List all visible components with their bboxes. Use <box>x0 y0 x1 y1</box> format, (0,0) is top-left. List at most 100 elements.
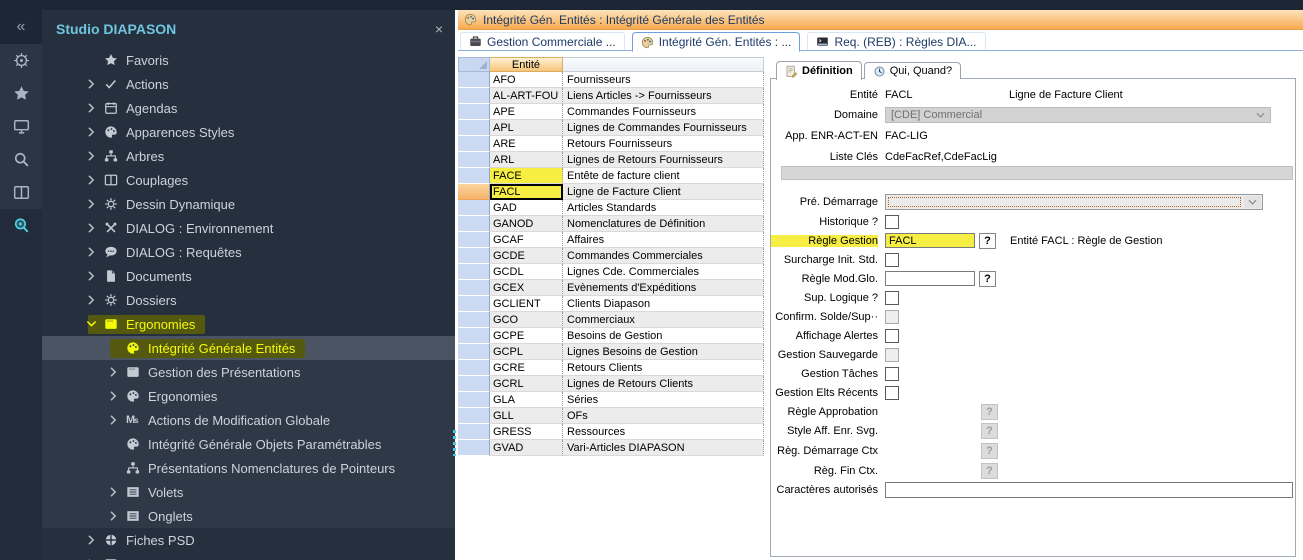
cell-description[interactable]: Lignes de Retours Fournisseurs <box>563 152 764 168</box>
row-gutter[interactable] <box>458 232 490 248</box>
sidebar-item-dialog-environnement[interactable]: DIALOG : Environnement <box>42 216 455 240</box>
cell-description[interactable]: Séries <box>563 392 764 408</box>
row-gutter[interactable] <box>458 296 490 312</box>
gestion-taches-checkbox[interactable] <box>885 367 899 381</box>
row-gutter[interactable] <box>458 152 490 168</box>
collapse-sidebar-button[interactable]: « <box>0 10 42 44</box>
cell-description[interactable]: Ligne de Facture Client <box>563 184 764 200</box>
table-row-ape[interactable]: APE Commandes Fournisseurs <box>458 104 764 120</box>
cell-code[interactable]: ARE <box>490 136 563 152</box>
sidebar-item[interactable] <box>42 552 455 560</box>
sidebar-item-ergonomies[interactable]: Ergonomies <box>42 384 455 408</box>
table-row-gcpe[interactable]: GCPE Besoins de Gestion <box>458 328 764 344</box>
sidebar-item-actions[interactable]: Actions <box>42 72 455 96</box>
surcharge-checkbox[interactable] <box>885 253 899 267</box>
row-gutter[interactable] <box>458 408 490 424</box>
iconbar-search[interactable] <box>0 143 42 176</box>
table-row-gcex[interactable]: GCEX Evènements d'Expéditions <box>458 280 764 296</box>
cell-description[interactable]: Fournisseurs <box>563 72 764 88</box>
table-row-gress[interactable]: GRESS Ressources <box>458 424 764 440</box>
cell-code[interactable]: GCRL <box>490 376 563 392</box>
splitter-handle[interactable] <box>453 430 456 456</box>
table-row-afo[interactable]: AFO Fournisseurs <box>458 72 764 88</box>
row-gutter[interactable] <box>458 136 490 152</box>
historique-checkbox[interactable] <box>885 215 899 229</box>
cell-description[interactable]: Liens Articles -> Fournisseurs <box>563 88 764 104</box>
sidebar-item-dessin-dynamique[interactable]: Dessin Dynamique <box>42 192 455 216</box>
cell-description[interactable]: Commandes Fournisseurs <box>563 104 764 120</box>
cell-code[interactable]: GCO <box>490 312 563 328</box>
column-header-entite[interactable]: Entité <box>490 57 563 72</box>
row-gutter[interactable] <box>458 392 490 408</box>
tab-req-reb-regles-dia[interactable]: Req. (REB) : Règles DIA... <box>807 32 985 50</box>
cell-description[interactable]: Lignes de Commandes Fournisseurs <box>563 120 764 136</box>
cell-code[interactable]: GCPL <box>490 344 563 360</box>
row-gutter[interactable] <box>458 168 490 184</box>
sidebar-item-dialog-requetes[interactable]: DIALOG : Requêtes <box>42 240 455 264</box>
cell-code[interactable]: GCRE <box>490 360 563 376</box>
cell-code[interactable]: APE <box>490 104 563 120</box>
column-header-description[interactable] <box>563 57 764 72</box>
regle-modglo-input[interactable] <box>885 271 975 286</box>
cell-description[interactable]: Retours Clients <box>563 360 764 376</box>
table-row-apl[interactable]: APL Lignes de Commandes Fournisseurs <box>458 120 764 136</box>
cell-description[interactable]: Articles Standards <box>563 200 764 216</box>
cell-code[interactable]: AFO <box>490 72 563 88</box>
table-row-gco[interactable]: GCO Commerciaux <box>458 312 764 328</box>
cell-description[interactable]: Besoins de Gestion <box>563 328 764 344</box>
table-row-gla[interactable]: GLA Séries <box>458 392 764 408</box>
sidebar-item-arbres[interactable]: Arbres <box>42 144 455 168</box>
tab-gestion-commerciale[interactable]: Gestion Commerciale ... <box>460 32 625 50</box>
tab-integrite-gen-entites[interactable]: Intégrité Gén. Entités : ... <box>632 32 801 52</box>
sidebar-item-integrite-generale-entites[interactable]: Intégrité Générale Entités <box>42 336 455 360</box>
table-row-facl[interactable]: FACL Ligne de Facture Client <box>458 184 764 200</box>
sidebar-item-favoris[interactable]: Favoris <box>42 48 455 72</box>
cell-code[interactable]: AL-ART-FOU <box>490 88 563 104</box>
sidebar-item-onglets[interactable]: Onglets <box>42 504 455 528</box>
table-row-gcpl[interactable]: GCPL Lignes Besoins de Gestion <box>458 344 764 360</box>
sidebar-item-apparences-styles[interactable]: Apparences Styles <box>42 120 455 144</box>
table-row-are[interactable]: ARE Retours Fournisseurs <box>458 136 764 152</box>
cell-description[interactable]: Lignes de Retours Clients <box>563 376 764 392</box>
sidebar-item-integrite-generale-objets-parametrables[interactable]: Intégrité Générale Objets Paramétrables <box>42 432 455 456</box>
iconbar-helm[interactable] <box>0 44 42 77</box>
sidebar-item-ergonomies[interactable]: Ergonomies <box>42 312 455 336</box>
pre-demarrage-select[interactable] <box>885 194 1263 210</box>
table-row-ganod[interactable]: GANOD Nomenclatures de Définition <box>458 216 764 232</box>
cell-code[interactable]: FACL <box>490 184 563 200</box>
table-row-arl[interactable]: ARL Lignes de Retours Fournisseurs <box>458 152 764 168</box>
sidebar-item-gestion-des-presentations[interactable]: Gestion des Présentations <box>42 360 455 384</box>
table-row-face[interactable]: FACE Entête de facture client <box>458 168 764 184</box>
row-gutter[interactable] <box>458 184 490 200</box>
cell-code[interactable]: FACE <box>490 168 563 184</box>
row-gutter[interactable] <box>458 344 490 360</box>
cell-code[interactable]: GAD <box>490 200 563 216</box>
regle-modglo-lookup-button[interactable]: ? <box>979 271 996 287</box>
regle-gestion-input[interactable]: FACL <box>885 233 975 248</box>
cell-description[interactable]: Clients Diapason <box>563 296 764 312</box>
cell-code[interactable]: GCLIENT <box>490 296 563 312</box>
sup-logique-checkbox[interactable] <box>885 291 899 305</box>
table-row-gvad[interactable]: GVAD Vari-Articles DIAPASON <box>458 440 764 456</box>
regle-gestion-lookup-button[interactable]: ? <box>979 233 996 249</box>
row-gutter[interactable] <box>458 72 490 88</box>
panel-tab-definition[interactable]: Définition <box>776 61 862 80</box>
cell-code[interactable]: GANOD <box>490 216 563 232</box>
row-gutter[interactable] <box>458 120 490 136</box>
table-row-gcde[interactable]: GCDE Commandes Commerciales <box>458 248 764 264</box>
iconbar-monitor[interactable] <box>0 110 42 143</box>
cell-description[interactable]: Vari-Articles DIAPASON <box>563 440 764 456</box>
gestion-elts-checkbox[interactable] <box>885 386 899 400</box>
row-gutter[interactable] <box>458 376 490 392</box>
iconbar-star[interactable] <box>0 77 42 110</box>
panel-tab-qui-quand[interactable]: Qui, Quand? <box>864 62 961 79</box>
iconbar-columns[interactable] <box>0 176 42 209</box>
cell-code[interactable]: GCDL <box>490 264 563 280</box>
row-gutter[interactable] <box>458 312 490 328</box>
table-row-gad[interactable]: GAD Articles Standards <box>458 200 764 216</box>
table-corner-cell[interactable] <box>458 57 490 72</box>
sidebar-item-dossiers[interactable]: Dossiers <box>42 288 455 312</box>
cell-description[interactable]: Commerciaux <box>563 312 764 328</box>
row-gutter[interactable] <box>458 104 490 120</box>
cell-code[interactable]: GCEX <box>490 280 563 296</box>
